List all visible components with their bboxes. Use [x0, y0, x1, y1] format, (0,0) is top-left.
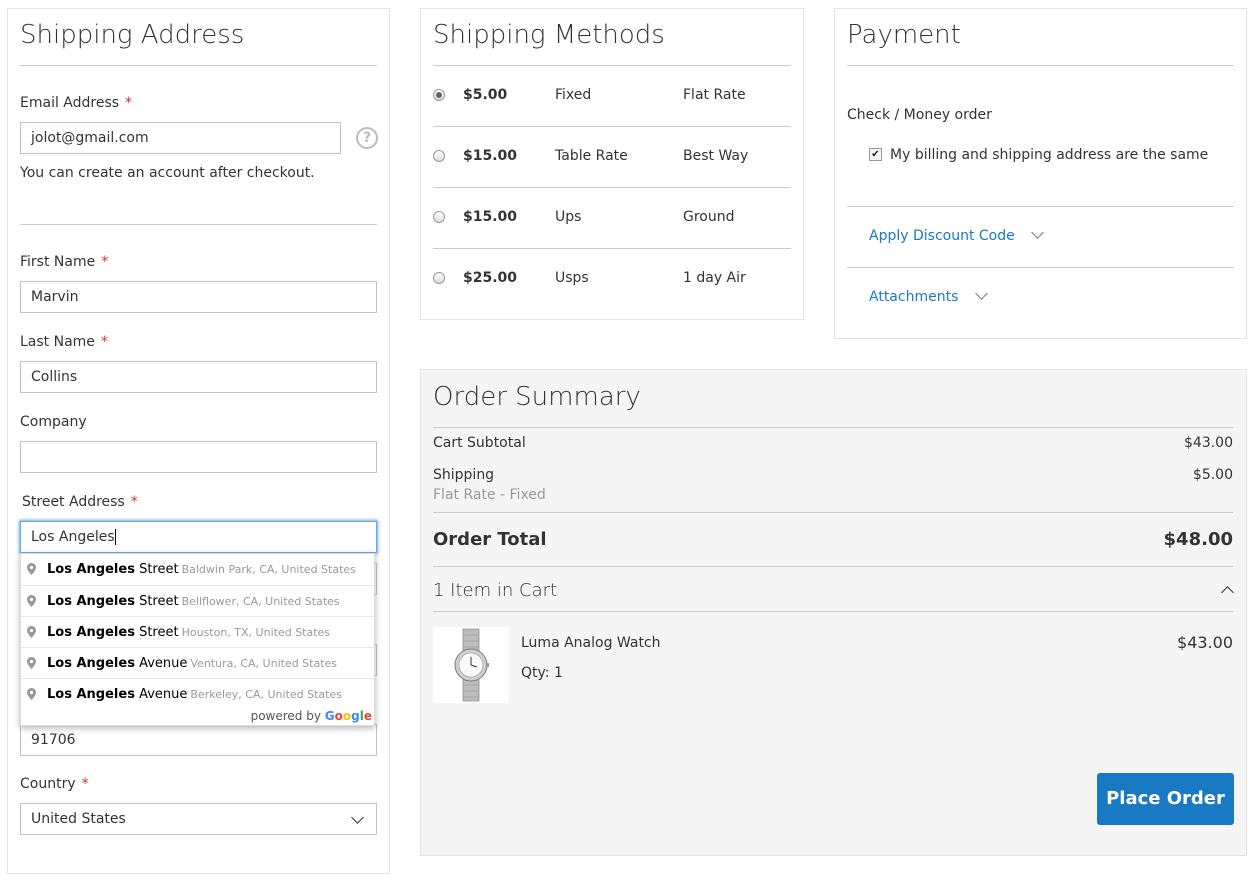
- last-name-field[interactable]: Collins: [20, 361, 377, 393]
- product-thumbnail[interactable]: [433, 627, 509, 703]
- product-name: Luma Analog Watch: [521, 635, 661, 651]
- required-mark: *: [125, 95, 133, 111]
- map-pin-icon: [27, 595, 36, 607]
- shipping-method-row[interactable]: $15.00 Table Rate Best Way: [433, 127, 791, 188]
- google-logo: Google: [324, 709, 372, 723]
- divider: [20, 65, 377, 66]
- product-qty: Qty: 1: [521, 665, 563, 681]
- map-pin-icon: [27, 688, 36, 700]
- zip-code-field[interactable]: 91706: [20, 724, 377, 756]
- required-mark: *: [130, 494, 138, 510]
- chevron-down-icon: [351, 811, 364, 824]
- autocomplete-suggestion[interactable]: Los Angeles Avenue Berkeley, CA, United S…: [21, 678, 374, 710]
- divider: [433, 427, 1233, 428]
- street-address-label: Street Address *: [22, 494, 138, 510]
- shipping-method-price: $25.00: [463, 270, 518, 286]
- required-mark: *: [100, 334, 108, 350]
- shipping-label: Shipping: [433, 467, 495, 483]
- shipping-method-note: Flat Rate - Fixed: [433, 487, 546, 503]
- address-autocomplete-dropdown: Los Angeles Street Baldwin Park, CA, Unit…: [20, 553, 375, 726]
- divider: [433, 512, 1233, 513]
- map-pin-icon: [27, 563, 36, 575]
- company-label: Company: [20, 414, 87, 430]
- street-address-field[interactable]: Los Angeles: [20, 521, 377, 553]
- shipping-value: $5.00: [1192, 467, 1233, 483]
- shipping-method-price: $15.00: [463, 209, 518, 225]
- email-label: Email Address *: [20, 95, 133, 111]
- last-name-label: Last Name *: [20, 334, 108, 350]
- help-icon[interactable]: ?: [356, 127, 378, 149]
- shipping-method-carrier: Flat Rate: [683, 87, 746, 103]
- shipping-method-name: Table Rate: [555, 148, 628, 164]
- same-address-checkbox[interactable]: ✔: [869, 148, 882, 161]
- autocomplete-suggestion[interactable]: Los Angeles Street Baldwin Park, CA, Unit…: [21, 554, 374, 585]
- required-mark: *: [101, 254, 109, 270]
- shipping-method-row[interactable]: $15.00 Ups Ground: [433, 188, 791, 249]
- divider: [433, 611, 1233, 612]
- watch-image: [454, 628, 489, 702]
- apply-discount-toggle[interactable]: Apply Discount Code: [869, 226, 1045, 244]
- map-pin-icon: [27, 657, 36, 669]
- autocomplete-suggestion[interactable]: Los Angeles Street Bellflower, CA, United…: [21, 585, 374, 617]
- divider: [847, 65, 1234, 66]
- shipping-method-name: Ups: [555, 209, 582, 225]
- country-label: Country *: [20, 776, 89, 792]
- shipping-method-name: Usps: [555, 270, 589, 286]
- required-mark: *: [81, 776, 89, 792]
- order-total-value: $48.00: [1163, 529, 1233, 550]
- chevron-down-icon: [974, 287, 988, 300]
- divider: [847, 206, 1234, 207]
- order-summary-title: Order Summary: [433, 382, 641, 412]
- payment-method-label: Check / Money order: [847, 107, 992, 123]
- shipping-method-carrier: Ground: [683, 209, 735, 225]
- shipping-method-carrier: 1 day Air: [683, 270, 746, 286]
- shipping-method-price: $5.00: [463, 87, 508, 103]
- shipping-method-radio[interactable]: [433, 211, 445, 223]
- map-pin-icon: [27, 626, 36, 638]
- items-in-cart-toggle[interactable]: 1 Item in Cart: [433, 580, 557, 601]
- product-price: $43.00: [1177, 633, 1233, 652]
- first-name-field[interactable]: Marvin: [20, 281, 377, 313]
- shipping-method-row[interactable]: $5.00 Fixed Flat Rate: [433, 66, 791, 127]
- shipping-method-radio[interactable]: [433, 89, 445, 101]
- powered-by-google: powered by Google: [250, 709, 372, 723]
- shipping-method-radio[interactable]: [433, 272, 445, 284]
- payment-title: Payment: [847, 20, 961, 50]
- account-note: You can create an account after checkout…: [20, 165, 315, 181]
- cart-subtotal-value: $43.00: [1184, 435, 1233, 451]
- shipping-method-carrier: Best Way: [683, 148, 749, 164]
- shipping-method-name: Fixed: [555, 87, 592, 103]
- shipping-method-row[interactable]: $25.00 Usps 1 day Air: [433, 249, 791, 309]
- autocomplete-suggestion[interactable]: Los Angeles Street Houston, TX, United St…: [21, 616, 374, 648]
- divider: [847, 267, 1234, 268]
- cart-subtotal-label: Cart Subtotal: [433, 435, 526, 451]
- shipping-method-radio[interactable]: [433, 150, 445, 162]
- same-address-label: My billing and shipping address are the …: [890, 147, 1209, 163]
- place-order-button[interactable]: Place Order: [1097, 773, 1234, 825]
- shipping-methods-title: Shipping Methods: [433, 20, 665, 50]
- chevron-down-icon: [1031, 226, 1045, 239]
- attachments-toggle[interactable]: Attachments: [869, 287, 988, 305]
- country-select[interactable]: United States: [20, 803, 377, 835]
- text-cursor: [114, 529, 116, 545]
- email-field[interactable]: jolot@gmail.com: [20, 122, 341, 154]
- first-name-label: First Name *: [20, 254, 109, 270]
- autocomplete-suggestion[interactable]: Los Angeles Avenue Ventura, CA, United St…: [21, 647, 374, 679]
- shipping-method-price: $15.00: [463, 148, 518, 164]
- order-total-label: Order Total: [433, 529, 547, 550]
- divider: [20, 224, 377, 225]
- shipping-address-title: Shipping Address: [20, 20, 245, 50]
- company-field[interactable]: [20, 441, 377, 473]
- divider: [433, 566, 1233, 567]
